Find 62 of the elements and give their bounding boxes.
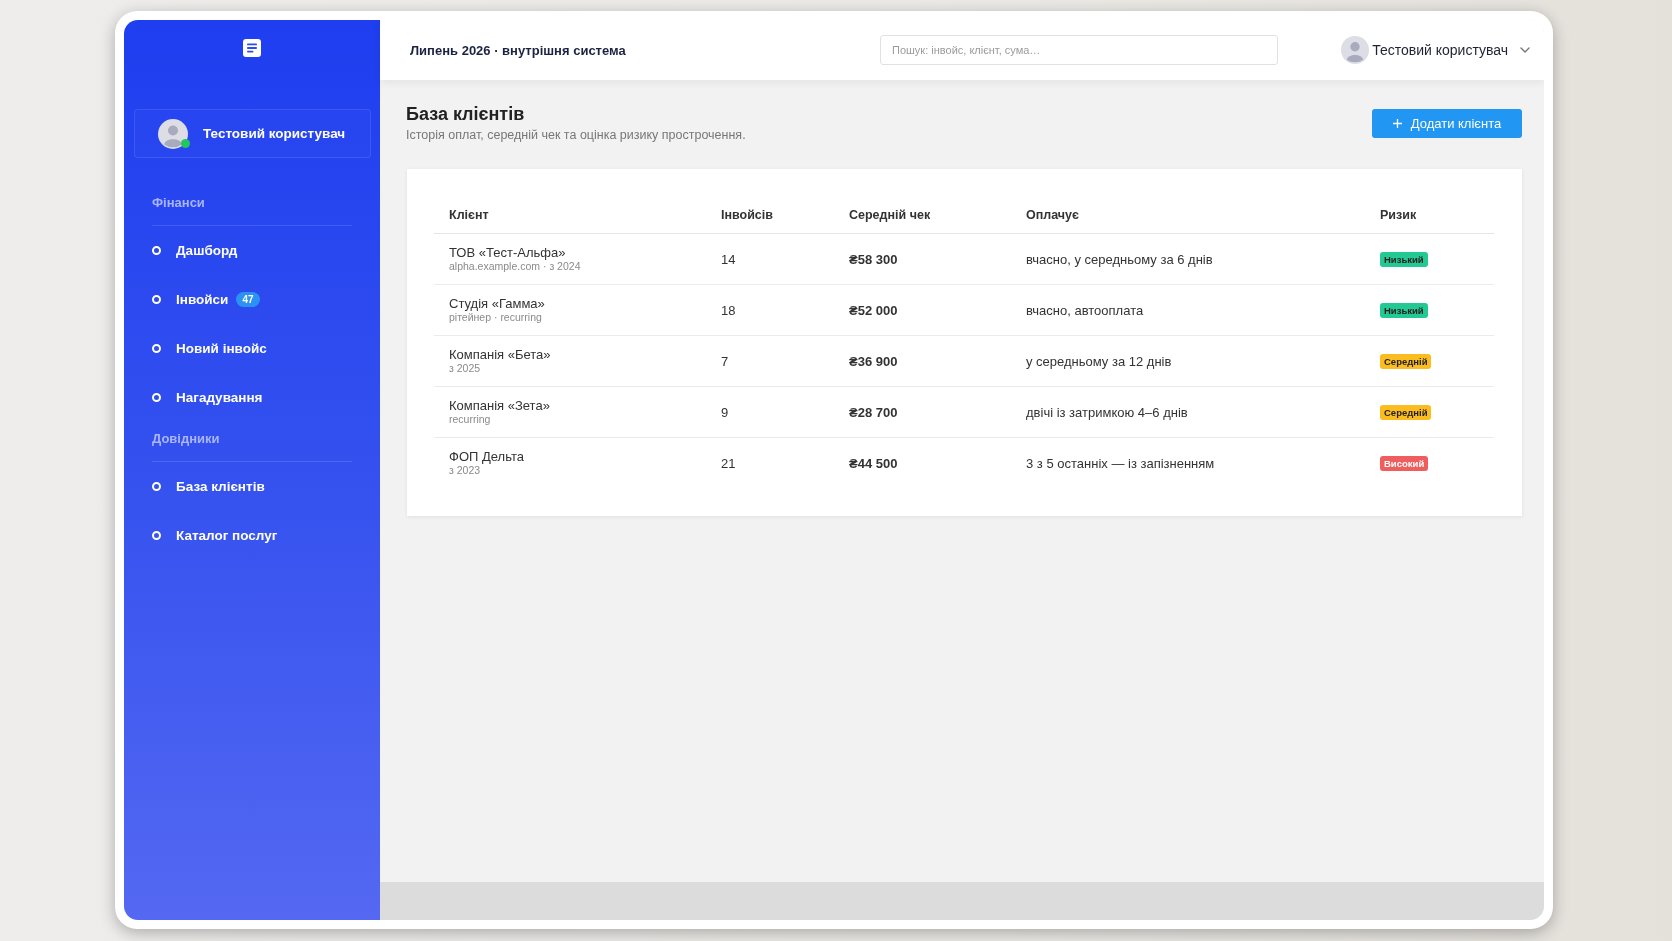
risk-badge: Низький [1380, 252, 1428, 267]
nav-item[interactable]: Інвойси 47 [152, 275, 352, 324]
average-amount: ₴36 900 [834, 335, 1011, 387]
avatar-icon [158, 118, 188, 149]
nav-item[interactable]: Каталог послуг [152, 511, 352, 560]
column-header: Середній чек [834, 197, 1011, 234]
client-details: з 2023 [449, 464, 482, 477]
nav-item[interactable]: Новий інвойс [152, 324, 352, 373]
client-details: alpha.example.com · з 2024 [449, 260, 582, 273]
client-details: recurring [449, 413, 492, 426]
invoice-count: 21 [706, 437, 834, 488]
average-amount: ₴28 700 [834, 386, 1011, 438]
app-title: Липень 2026 · внутрішня система [410, 42, 627, 58]
invoice-count: 18 [706, 284, 834, 336]
invoice-count: 9 [706, 386, 834, 438]
client-name: Компанія «Бета» [449, 347, 552, 362]
payment-note: вчасно, автооплата [1011, 284, 1365, 336]
nav-item[interactable]: База клієнтів [152, 462, 352, 511]
ring-icon [152, 295, 161, 304]
ring-icon [152, 482, 161, 491]
client-name: Компанія «Зета» [449, 398, 551, 413]
client-name: ТОВ «Тест-Альфа» [449, 245, 567, 260]
payment-note: 3 з 5 останніх — із запізненням [1011, 437, 1365, 488]
client-name: ФОП Дельта [449, 449, 525, 464]
ring-icon [152, 393, 161, 402]
page-subtitle: Історія оплат, середній чек та оцінка ризику прострочення. [406, 127, 746, 143]
average-amount: ₴58 300 [834, 233, 1011, 285]
chevron-down-icon [1520, 47, 1530, 53]
average-amount: ₴52 000 [834, 284, 1011, 336]
risk-badge: Високий [1380, 456, 1429, 471]
client-details: з 2025 [449, 362, 482, 375]
invoice-count: 14 [706, 233, 834, 285]
avatar-icon [1341, 36, 1370, 64]
ring-icon [152, 246, 161, 255]
average-amount: ₴44 500 [834, 437, 1011, 488]
risk-badge: Середній [1380, 405, 1432, 420]
column-header: Інвойсів [706, 197, 834, 234]
add-client-button[interactable]: Додати клієнта [1372, 108, 1522, 138]
client-name: Студія «Гамма» [449, 296, 546, 311]
user-name: Тестовий користувач [203, 126, 346, 141]
column-header: Клієнт [434, 197, 706, 234]
risk-badge: Середній [1380, 354, 1432, 369]
user-menu[interactable]: Тестовий користувач [1341, 36, 1530, 64]
count-badge: 47 [236, 292, 260, 307]
ring-icon [152, 344, 161, 353]
page-title: База клієнтів [406, 103, 526, 125]
risk-badge: Низький [1380, 303, 1428, 318]
payment-note: двічі із затримкою 4–6 днів [1011, 386, 1365, 438]
column-header: Ризик [1365, 197, 1494, 234]
document-icon[interactable] [243, 39, 261, 57]
search-field[interactable]: Пошук: інвойс, клієнт, сума… [880, 35, 1278, 65]
column-header: Оплачує [1011, 197, 1365, 234]
nav-item[interactable]: Нагадування [152, 373, 352, 422]
payment-note: вчасно, у середньому за 6 днів [1011, 233, 1365, 285]
plus-icon [1392, 118, 1402, 128]
client-details: рітейнер · recurring [449, 311, 543, 324]
ring-icon [152, 531, 161, 540]
section-title: Довідники [152, 431, 221, 447]
section-title: Фінанси [152, 195, 206, 211]
nav-item[interactable]: Дашборд [152, 226, 352, 275]
invoice-count: 7 [706, 335, 834, 387]
payment-note: у середньому за 12 днів [1011, 335, 1365, 387]
